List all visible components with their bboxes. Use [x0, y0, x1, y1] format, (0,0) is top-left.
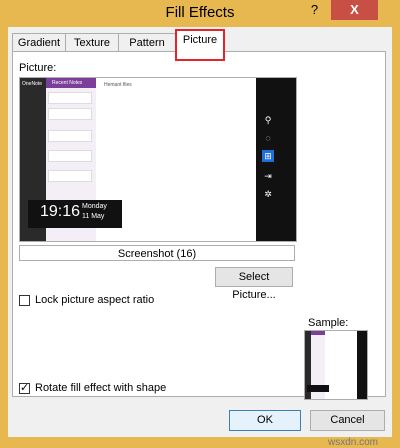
preview-note — [48, 130, 92, 142]
rotate-fill-label: Rotate fill effect with shape — [35, 382, 167, 394]
tab-pattern[interactable]: Pattern — [118, 33, 176, 52]
tab-gradient[interactable]: Gradient — [12, 33, 66, 52]
preview-note — [48, 92, 92, 104]
preview-note — [48, 170, 92, 182]
annotation-highlight — [175, 29, 225, 61]
dialog-body: Gradient Texture Pattern Picture Picture… — [8, 27, 392, 448]
watermark: wsxdn.com — [328, 437, 379, 448]
help-button[interactable]: ? — [300, 0, 329, 20]
lock-aspect-label: Lock picture aspect ratio — [35, 294, 155, 306]
picture-panel: Picture: OneNote Recent Notes Hemant fil… — [12, 51, 386, 400]
ok-button[interactable]: OK — [229, 410, 301, 431]
close-button[interactable]: X — [331, 0, 378, 20]
settings-icon: ✲ — [264, 189, 272, 199]
preview-note — [48, 150, 92, 162]
sample-clock — [307, 385, 329, 392]
rotate-fill-checkbox[interactable]: ✓ — [19, 382, 30, 394]
share-icon: ◌ — [265, 133, 271, 143]
title-bar: Fill Effects ? X — [0, 0, 400, 27]
picture-preview: OneNote Recent Notes Hemant files ⚲ ◌ ⊞ … — [19, 77, 297, 242]
picture-label: Picture: — [19, 62, 57, 74]
lock-aspect-checkbox[interactable] — [19, 295, 30, 306]
picture-filename: Screenshot (16) — [19, 245, 295, 261]
tab-texture[interactable]: Texture — [65, 33, 119, 52]
cancel-button[interactable]: Cancel — [310, 410, 385, 431]
devices-icon: ⇥ — [264, 171, 272, 181]
select-picture-button[interactable]: Select Picture... — [215, 267, 293, 301]
sample-label: Sample: — [308, 317, 349, 329]
sample-charms — [357, 331, 367, 399]
sample-list-header — [311, 331, 325, 335]
preview-list-header: Recent Notes — [46, 78, 96, 88]
preview-clock: 19:16 Monday 11 May — [28, 200, 122, 228]
start-icon: ⊞ — [262, 150, 274, 162]
preview-charms-bar: ⚲ ◌ ⊞ ⇥ ✲ — [256, 78, 296, 241]
search-icon: ⚲ — [264, 115, 272, 125]
sample-preview — [304, 330, 368, 400]
preview-note — [48, 108, 92, 120]
